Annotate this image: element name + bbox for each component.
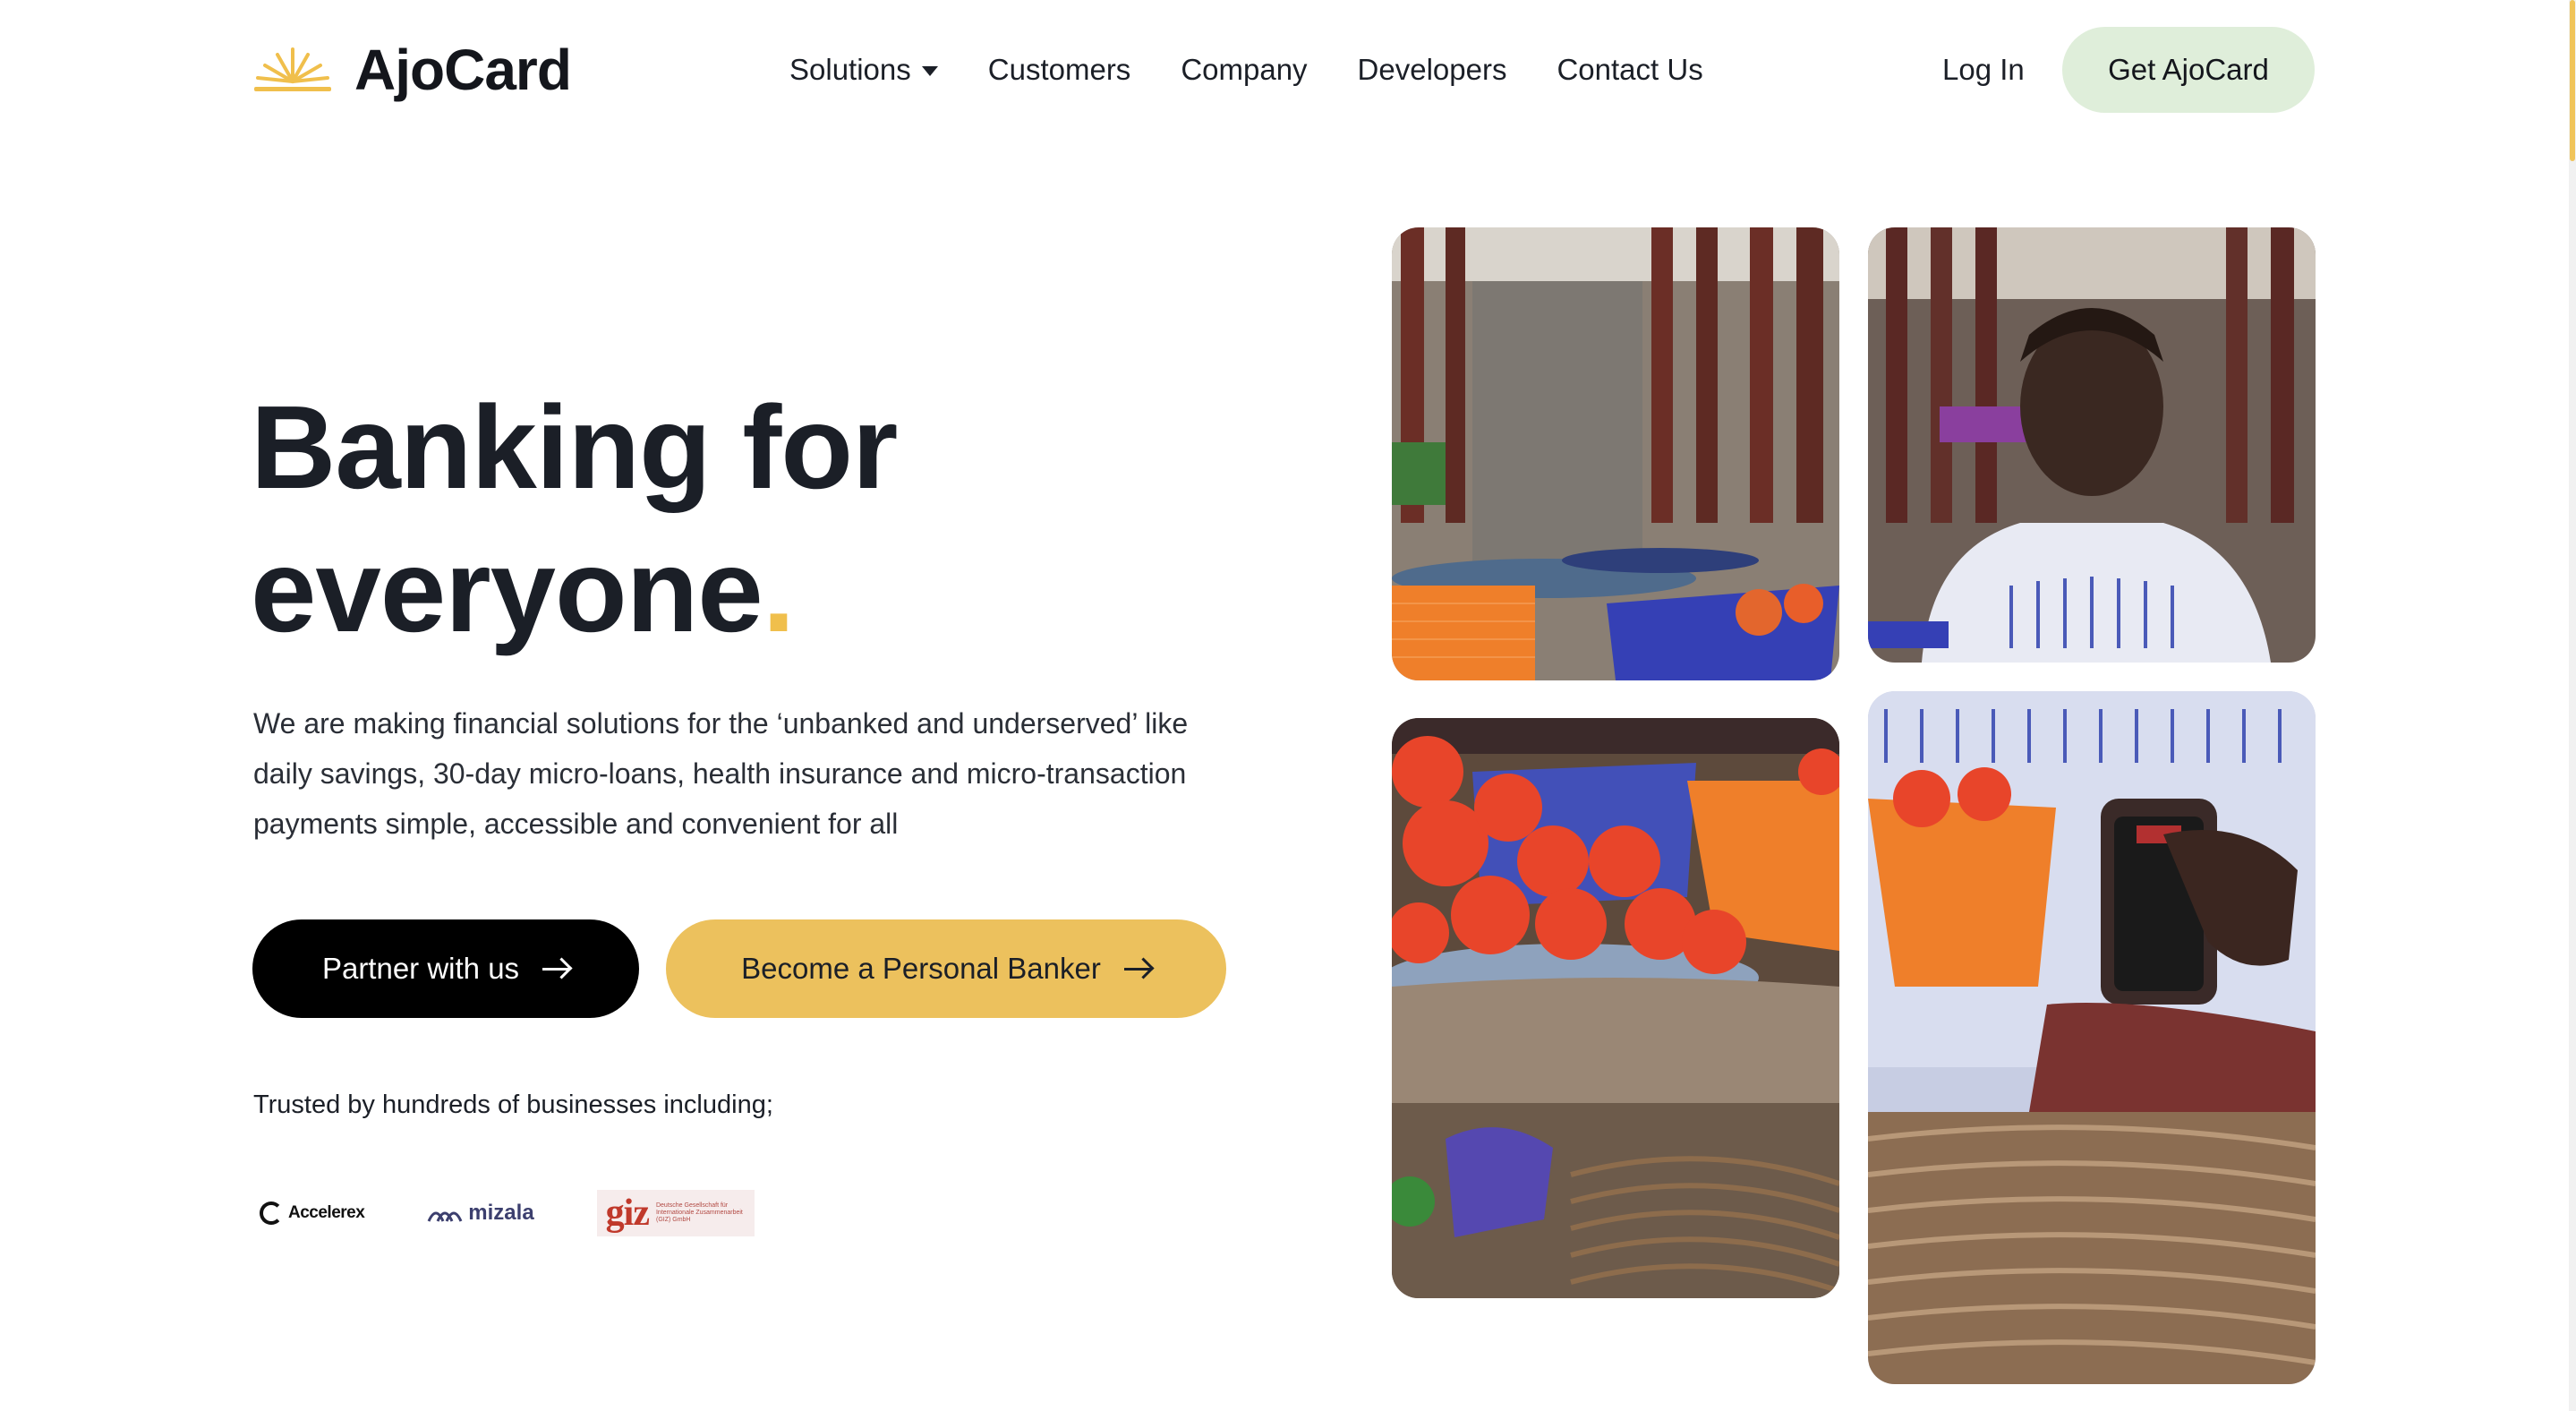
login-link[interactable]: Log In xyxy=(1942,45,2025,95)
market-woman-photo xyxy=(1868,227,2316,663)
nav-item-label: Solutions xyxy=(789,53,911,86)
nav-item-label: Developers xyxy=(1357,53,1507,86)
tomatoes-table-photo xyxy=(1392,718,1839,1298)
nav-item-developers[interactable]: Developers xyxy=(1358,53,1507,87)
button-label: Partner with us xyxy=(321,952,520,985)
market-baskets-photo xyxy=(1392,227,1839,680)
top-navigation: AjoCard Solutions Customers Company Deve… xyxy=(0,0,2569,140)
hero-headline: Banking for everyone. xyxy=(251,376,1325,663)
headline-accent-dot: . xyxy=(762,525,796,656)
nav-item-label: Customers xyxy=(987,53,1131,86)
hero-description: We are making financial solutions for th… xyxy=(253,707,1189,840)
partner-logos: Accelerex mizala giz Deutsche Gesellscha… xyxy=(260,1186,755,1240)
get-ajocard-button[interactable]: Get AjoCard xyxy=(2062,27,2315,113)
nav-item-solutions[interactable]: Solutions xyxy=(789,53,938,87)
partner-name: mizala xyxy=(468,1201,534,1225)
become-personal-banker-button[interactable]: Become a Personal Banker xyxy=(666,919,1226,1018)
accelerex-logo: Accelerex xyxy=(260,1201,365,1225)
giz-subtitle: Deutsche Gesellschaft für Internationale… xyxy=(655,1202,743,1223)
arrow-right-icon xyxy=(542,967,570,971)
brand-logo[interactable]: AjoCard xyxy=(252,36,572,104)
sunrise-icon xyxy=(254,47,331,91)
button-label: Become a Personal Banker xyxy=(741,952,1101,985)
accelerex-mark-icon xyxy=(260,1201,283,1225)
phone-payment-photo xyxy=(1868,691,2316,1384)
partner-name: Accelerex xyxy=(288,1203,365,1222)
nav-item-customers[interactable]: Customers xyxy=(988,53,1131,87)
headline-line-2: everyone. xyxy=(251,519,1325,663)
trusted-by-text: Trusted by hundreds of businesses includ… xyxy=(253,1090,773,1119)
mizala-mark-icon xyxy=(427,1211,463,1222)
giz-logo: giz Deutsche Gesellschaft für Internatio… xyxy=(596,1190,755,1236)
nav-item-company[interactable]: Company xyxy=(1181,53,1307,87)
arrow-right-icon xyxy=(1123,967,1151,971)
headline-word: everyone xyxy=(251,525,763,656)
mizala-logo: mizala xyxy=(427,1201,534,1226)
brand-wordmark: AjoCard xyxy=(354,38,572,102)
nav-item-label: Contact Us xyxy=(1557,53,1703,86)
scrollbar-thumb[interactable] xyxy=(2570,0,2575,161)
nav-item-contact-us[interactable]: Contact Us xyxy=(1557,53,1702,87)
caret-down-icon xyxy=(921,66,938,76)
partner-with-us-button[interactable]: Partner with us xyxy=(252,919,639,1018)
nav-item-label: Company xyxy=(1181,53,1308,86)
headline-line-1: Banking for xyxy=(251,381,898,513)
main-menu: Solutions Customers Company Developers C… xyxy=(789,45,1703,95)
partner-name: giz xyxy=(605,1193,650,1234)
page-scrollbar[interactable] xyxy=(2569,0,2576,1411)
